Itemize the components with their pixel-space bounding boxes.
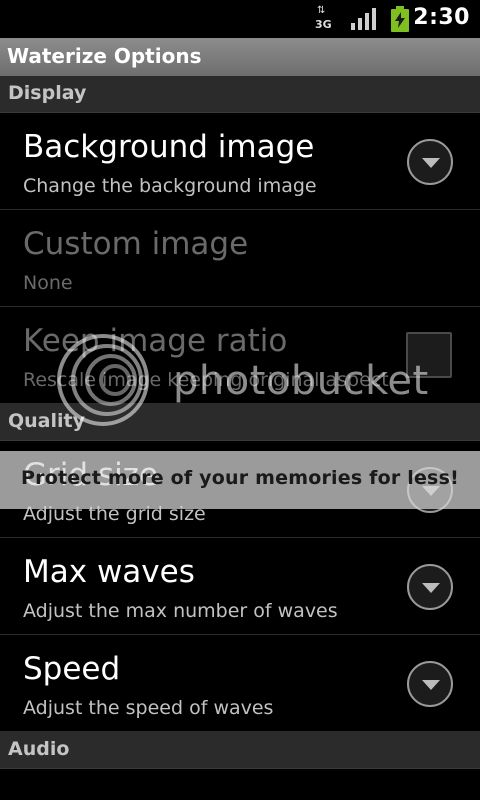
status-clock: 2:30 [413,5,470,30]
pref-summary: Adjust the speed of waves [23,697,274,719]
preferences-list: Display Background image Change the back… [0,76,480,799]
pref-max-waves[interactable]: Max waves Adjust the max number of waves [0,538,480,635]
section-header-audio: Audio [0,732,480,769]
keep-ratio-checkbox [406,332,452,378]
chevron-down-icon[interactable] [407,467,453,513]
page-title: Waterize Options [7,44,202,68]
pref-title: Custom image [23,226,249,262]
pref-title: Background image [23,129,315,165]
section-header-quality: Quality [0,404,480,441]
pref-title: Max waves [23,554,195,590]
pref-title: Grid size [23,457,159,493]
section-header-label: Quality [8,410,85,432]
pref-custom-image: Custom image None [0,210,480,307]
chevron-down-icon[interactable] [407,564,453,610]
section-header-label: Audio [8,738,70,760]
pref-summary: Change the background image [23,175,317,197]
pref-title: Keep image ratio [23,323,288,359]
pref-summary: Adjust the max number of waves [23,600,338,622]
pref-summary: Rescale image keeping original aspect [23,369,389,391]
network-type-label: 3G [315,18,332,31]
pref-audio-partial[interactable] [0,769,480,799]
network-3g-icon: ⇅ 3G [314,6,336,32]
pref-title: Speed [23,651,121,687]
title-bar: Waterize Options [0,38,480,77]
section-header-label: Display [8,82,87,104]
pref-background-image[interactable]: Background image Change the background i… [0,113,480,210]
chevron-down-icon[interactable] [407,661,453,707]
pref-keep-image-ratio: Keep image ratio Rescale image keeping o… [0,307,480,404]
pref-summary: Adjust the grid size [23,503,206,525]
pref-speed[interactable]: Speed Adjust the speed of waves [0,635,480,732]
pref-summary: None [23,272,73,294]
section-header-display: Display [0,76,480,113]
pref-grid-size[interactable]: Grid size Adjust the grid size [0,441,480,538]
chevron-down-icon[interactable] [407,139,453,185]
status-bar: ⇅ 3G 2:30 [0,0,480,38]
data-arrows-icon: ⇅ [317,5,326,16]
signal-bars-icon [350,8,378,30]
battery-charging-icon [390,6,410,32]
